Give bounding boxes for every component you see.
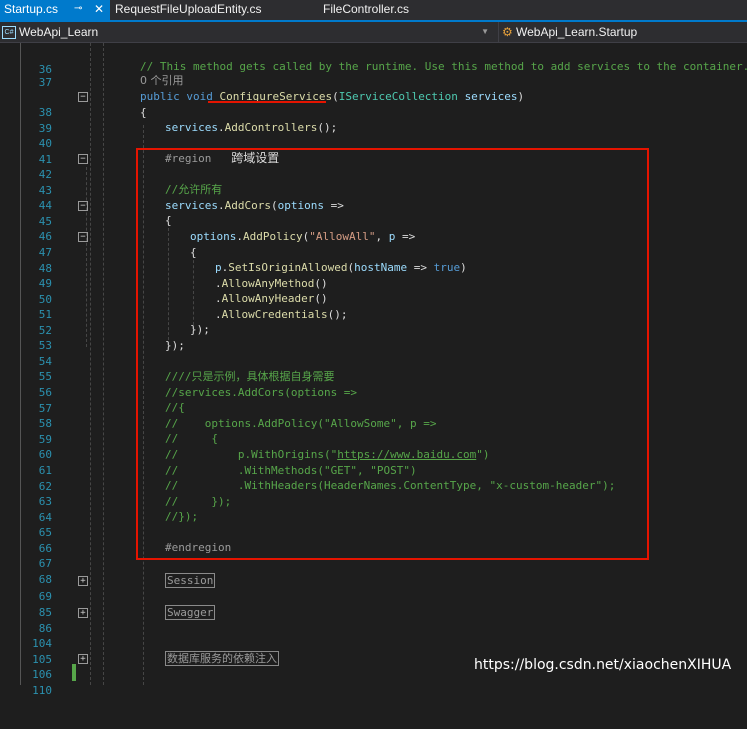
tab-startup-cs[interactable]: Startup.cs ⊸ ✕ (0, 0, 110, 20)
chevron-down-icon[interactable]: ▼ (481, 22, 489, 42)
csharp-project-icon: C# (2, 26, 16, 40)
reference-count[interactable]: 0 个引用 (140, 73, 184, 89)
collapsed-region-session[interactable]: Session (165, 573, 216, 588)
change-indicator (72, 664, 76, 681)
punctuation: (); (317, 121, 338, 134)
navigation-bar: C# WebApi_Learn ▼ ⚙ WebApi_Learn.Startup (0, 22, 747, 43)
member-dropdown[interactable]: ⚙ WebApi_Learn.Startup (498, 22, 747, 42)
type-name: IServiceCollection (338, 90, 458, 103)
pin-icon[interactable]: ⊸ (74, 0, 82, 18)
method-name: AddControllers (224, 121, 318, 134)
code-line: 86 + Swagger (0, 605, 747, 635)
tab-request-file-upload-entity[interactable]: RequestFileUploadEntity.cs (115, 0, 262, 20)
code-line: 85 (0, 589, 747, 619)
tab-label: Startup.cs (4, 2, 59, 16)
project-name: WebApi_Learn (19, 25, 99, 39)
expand-icon[interactable]: + (78, 576, 88, 586)
class-icon: ⚙ (502, 25, 513, 40)
code-line: 39 { (0, 105, 747, 135)
project-dropdown[interactable]: C# WebApi_Learn ▼ (2, 22, 492, 42)
parameter: services (464, 90, 518, 103)
code-line: 38 − public void ConfigureServices(IServ… (0, 89, 747, 119)
collapsed-region-db-di[interactable]: 数据库服务的依赖注入 (165, 651, 279, 666)
tab-label: FileController.cs (323, 2, 410, 16)
tab-file-controller[interactable]: FileController.cs (323, 0, 409, 20)
close-icon[interactable]: ✕ (94, 0, 104, 18)
code-line: 69 + Session (0, 573, 747, 603)
code-line: 0 个引用 (0, 73, 747, 89)
collapse-icon[interactable]: − (78, 232, 88, 242)
cors-region-highlight-box (136, 148, 649, 560)
code-line: 40 services.AddControllers(); (0, 120, 747, 150)
document-tab-bar: Startup.cs ⊸ ✕ RequestFileUploadEntity.c… (0, 0, 747, 22)
collapsed-region-swagger[interactable]: Swagger (165, 605, 216, 620)
collapse-icon[interactable]: − (78, 92, 88, 102)
code-line: 104 (0, 620, 747, 650)
method-annotation-underline (208, 101, 326, 103)
collapse-icon[interactable]: − (78, 154, 88, 164)
member-name: WebApi_Learn.Startup (516, 25, 638, 39)
brace: { (140, 106, 147, 119)
identifier: services (165, 121, 218, 134)
punctuation: ) (517, 90, 525, 103)
tab-label: RequestFileUploadEntity.cs (115, 2, 262, 16)
expand-icon[interactable]: + (78, 608, 88, 618)
expand-icon[interactable]: + (78, 654, 88, 664)
code-line: 105 (0, 636, 747, 666)
keyword: public (140, 90, 180, 103)
collapse-icon[interactable]: − (78, 201, 88, 211)
watermark-text: https://blog.csdn.net/xiaochenXIHUA (474, 657, 732, 673)
punctuation: ( (332, 90, 339, 103)
